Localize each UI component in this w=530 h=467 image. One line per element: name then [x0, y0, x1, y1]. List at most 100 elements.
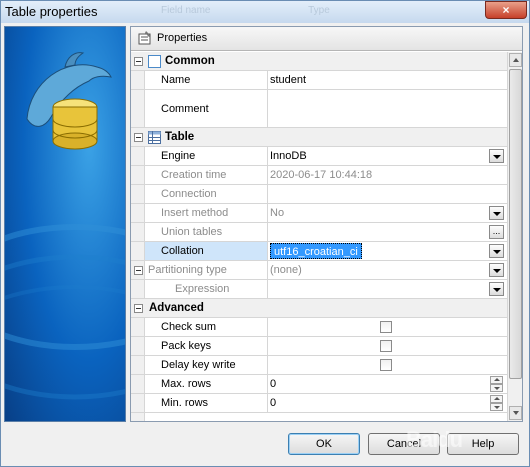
properties-label: Properties	[157, 32, 208, 44]
spin-up-icon[interactable]	[490, 376, 503, 384]
row-connection: Connection	[131, 185, 507, 204]
close-button[interactable]: ×	[485, 1, 527, 19]
help-button[interactable]: Help	[447, 433, 519, 455]
collapse-icon[interactable]	[134, 304, 143, 313]
property-label: Creation time	[161, 169, 227, 181]
delay-key-write-field	[267, 356, 507, 374]
name-field[interactable]: student	[267, 71, 507, 89]
insert-method-value: No	[270, 207, 285, 219]
background-column-headers: Field name Type	[161, 5, 425, 16]
scroll-thumb[interactable]	[509, 69, 522, 379]
check-sum-checkbox[interactable]	[380, 321, 392, 333]
cancel-label: Cancel	[386, 438, 422, 450]
delay-key-write-checkbox[interactable]	[380, 359, 392, 371]
row-min-rows[interactable]: Min. rows 0	[131, 394, 507, 413]
check-sum-field	[267, 318, 507, 336]
collapse-icon[interactable]	[134, 133, 143, 142]
category-label: Table	[165, 131, 195, 143]
min-rows-value[interactable]: 0	[270, 397, 276, 409]
property-grid: Properties Common Name student Comment T…	[130, 26, 523, 422]
row-partitioning-type[interactable]: Partitioning type (none)	[131, 261, 507, 280]
collapse-icon[interactable]	[134, 57, 143, 66]
partitioning-select[interactable]: (none)	[267, 261, 507, 279]
row-expression: Expression	[131, 280, 507, 299]
table-grid-icon	[148, 131, 161, 144]
property-label: Pack keys	[161, 340, 212, 352]
category-table[interactable]: Table	[131, 128, 507, 147]
property-label: Comment	[161, 103, 209, 115]
row-pack-keys[interactable]: Pack keys	[131, 337, 507, 356]
vertical-scrollbar[interactable]	[507, 52, 522, 421]
properties-icon	[138, 31, 151, 45]
partitioning-value: (none)	[270, 264, 302, 276]
property-label: Delay key write	[161, 359, 236, 371]
collation-select[interactable]: utf16_croatian_ci	[267, 242, 507, 260]
category-advanced[interactable]: Advanced	[131, 299, 507, 318]
mysql-dolphin-logo-icon	[5, 52, 125, 400]
row-creation-time: Creation time 2020-06-17 10:44:18	[131, 166, 507, 185]
property-label: Union tables	[161, 226, 223, 238]
creation-time-field: 2020-06-17 10:44:18	[267, 166, 507, 184]
property-label: Max. rows	[161, 378, 212, 390]
property-grid-header: Properties	[131, 27, 522, 51]
engine-value: InnoDB	[270, 150, 307, 162]
comment-field[interactable]	[267, 90, 507, 127]
cancel-button[interactable]: Cancel	[368, 433, 440, 455]
row-max-rows[interactable]: Max. rows 0	[131, 375, 507, 394]
category-label: Common	[165, 55, 215, 67]
ghost-column-type: Type	[308, 5, 330, 16]
property-label: Name	[161, 74, 191, 86]
close-icon: ×	[502, 3, 510, 17]
spin-down-icon[interactable]	[490, 403, 503, 411]
ok-button[interactable]: OK	[288, 433, 360, 455]
row-engine[interactable]: Engine InnoDB	[131, 147, 507, 166]
category-label: Advanced	[149, 302, 204, 314]
name-value[interactable]: student	[270, 74, 306, 86]
spin-up-icon[interactable]	[490, 395, 503, 403]
max-rows-spinner[interactable]	[490, 376, 503, 392]
property-rows: Common Name student Comment Table Engine…	[131, 52, 507, 421]
ok-label: OK	[316, 438, 332, 450]
dropdown-arrow-icon[interactable]	[489, 149, 504, 163]
spin-down-icon[interactable]	[490, 384, 503, 392]
side-banner	[4, 26, 126, 422]
engine-select[interactable]: InnoDB	[267, 147, 507, 165]
row-delay-key-write[interactable]: Delay key write	[131, 356, 507, 375]
dropdown-arrow-icon[interactable]	[489, 206, 504, 220]
property-label: Check sum	[161, 321, 217, 333]
scroll-up-icon[interactable]	[509, 53, 522, 67]
min-rows-field[interactable]: 0	[267, 394, 507, 412]
table-properties-window: Table properties Field name Type × Prope…	[0, 0, 530, 467]
max-rows-field[interactable]: 0	[267, 375, 507, 393]
max-rows-value[interactable]: 0	[270, 378, 276, 390]
title-bar[interactable]: Table properties Field name Type ×	[1, 1, 529, 23]
property-label: Engine	[161, 150, 196, 162]
collapse-icon[interactable]	[134, 266, 143, 275]
row-insert-method: Insert method No	[131, 204, 507, 223]
category-common[interactable]: Common	[131, 52, 507, 71]
expression-select	[267, 280, 507, 298]
help-label: Help	[471, 438, 495, 450]
collation-value[interactable]: utf16_croatian_ci	[270, 243, 362, 259]
row-union-tables: Union tables ...	[131, 223, 507, 242]
min-rows-spinner[interactable]	[490, 395, 503, 411]
dialog-client-area: Properties Common Name student Comment T…	[1, 23, 529, 466]
property-label: Insert method	[161, 207, 229, 219]
row-name[interactable]: Name student	[131, 71, 507, 90]
property-label: Collation	[161, 245, 204, 257]
row-collation[interactable]: Collation utf16_croatian_ci	[131, 242, 507, 261]
ellipsis-button[interactable]: ...	[489, 225, 504, 239]
property-label: Min. rows	[161, 397, 209, 409]
blank-page-icon	[148, 55, 161, 68]
scroll-down-icon[interactable]	[509, 406, 522, 420]
insert-method-select: No	[267, 204, 507, 222]
pack-keys-checkbox[interactable]	[380, 340, 392, 352]
row-check-sum[interactable]: Check sum	[131, 318, 507, 337]
connection-field	[267, 185, 507, 203]
dropdown-arrow-icon[interactable]	[489, 244, 504, 258]
dropdown-arrow-icon[interactable]	[489, 282, 504, 296]
row-comment[interactable]: Comment	[131, 90, 507, 128]
dropdown-arrow-icon[interactable]	[489, 263, 504, 277]
ghost-column-field-name: Field name	[161, 5, 211, 16]
creation-time-value: 2020-06-17 10:44:18	[270, 169, 373, 181]
